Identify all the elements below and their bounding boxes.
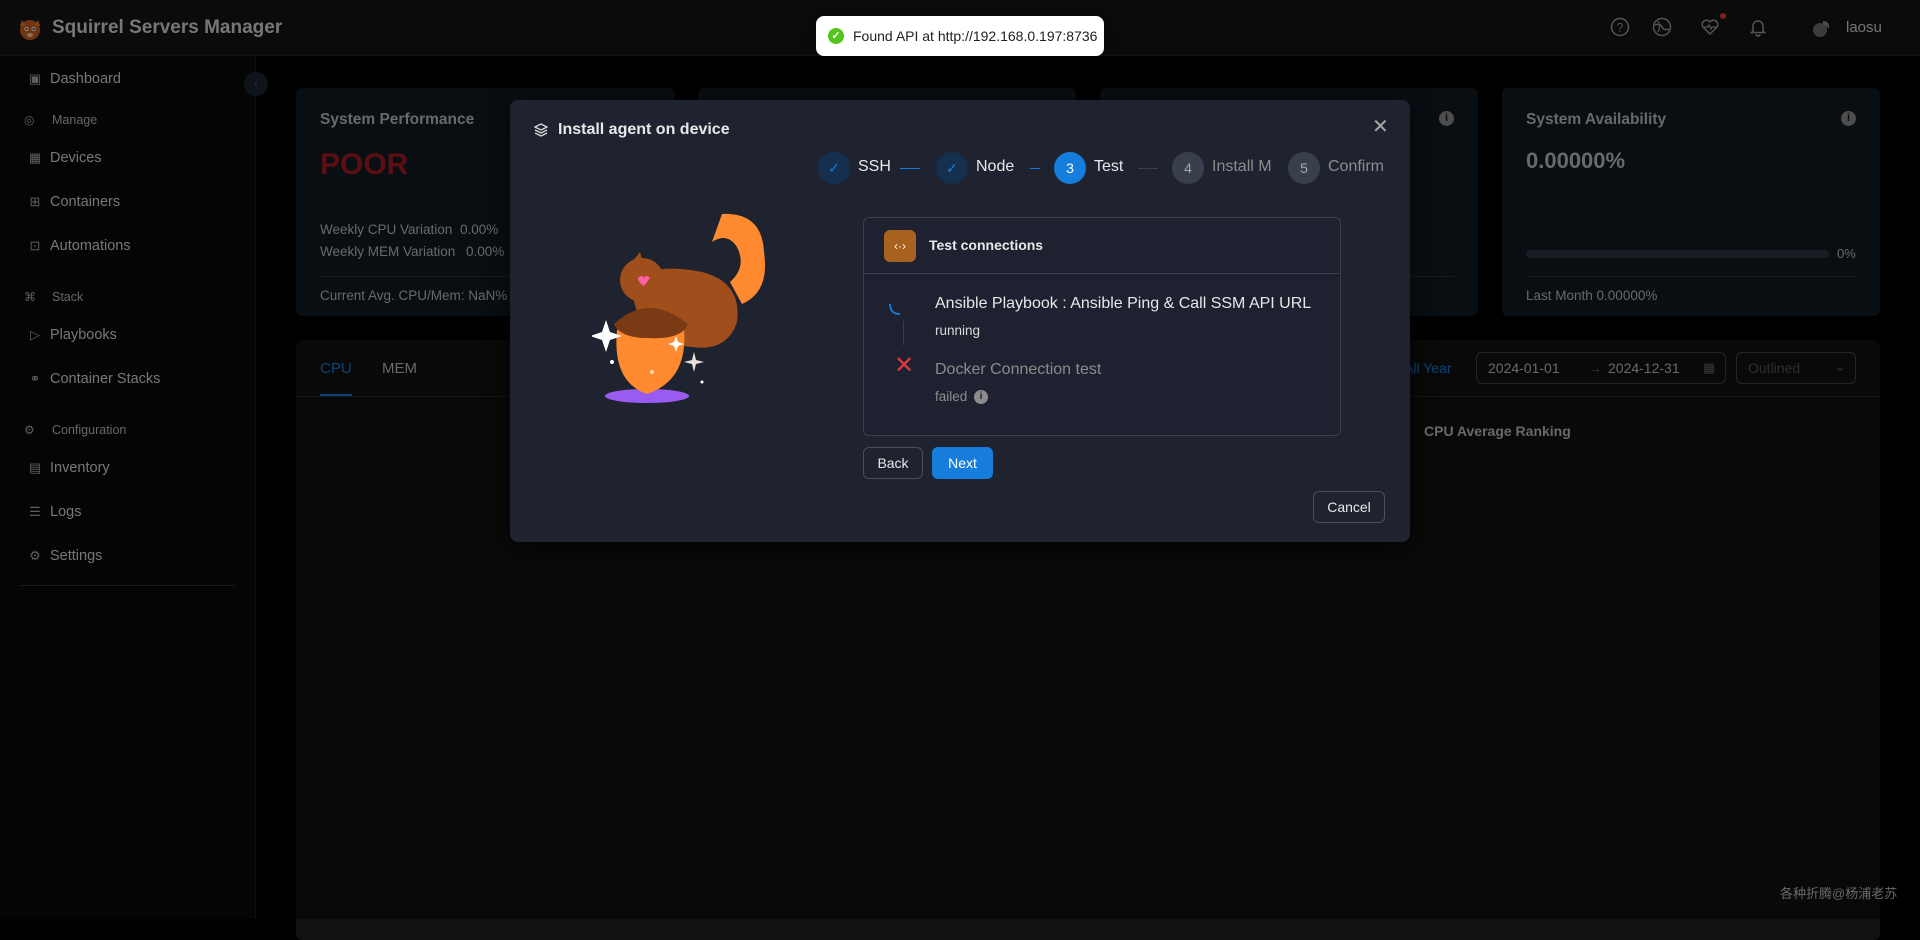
info-icon[interactable]: i bbox=[974, 390, 988, 404]
toast-message: Found API at http://192.168.0.197:8736 bbox=[853, 28, 1098, 44]
step-5-number[interactable]: 5 bbox=[1288, 152, 1320, 184]
close-icon[interactable]: ✕ bbox=[1372, 117, 1389, 137]
back-button[interactable]: Back bbox=[863, 447, 923, 479]
timeline-connector bbox=[903, 321, 904, 345]
squirrel-acorn-illustration bbox=[592, 213, 766, 403]
step-1-label[interactable]: SSH bbox=[858, 158, 891, 176]
modal-title: Install agent on device bbox=[558, 121, 730, 138]
step-1-check-icon[interactable]: ✓ bbox=[818, 152, 850, 184]
panel-title: Test connections bbox=[929, 237, 1044, 253]
panel-divider bbox=[864, 273, 1340, 274]
next-button[interactable]: Next bbox=[932, 447, 993, 479]
deploy-icon bbox=[534, 123, 548, 137]
test-1-status: running bbox=[935, 323, 981, 338]
step-3-number[interactable]: 3 bbox=[1054, 152, 1086, 184]
step-5-label[interactable]: Confirm bbox=[1328, 158, 1384, 176]
test-2-name: Docker Connection test bbox=[935, 361, 1102, 378]
check-circle-icon: ✓ bbox=[828, 28, 844, 44]
step-connector bbox=[1138, 168, 1158, 169]
loading-spinner-icon bbox=[889, 303, 901, 315]
connection-test-icon: ‹·› bbox=[884, 230, 916, 262]
step-3-label[interactable]: Test bbox=[1094, 158, 1123, 176]
cancel-button[interactable]: Cancel bbox=[1313, 491, 1385, 523]
test-2-status: failed bbox=[935, 389, 968, 404]
test-connections-panel: ‹·› Test connections Ansible Playbook : … bbox=[863, 217, 1341, 436]
step-2-label[interactable]: Node bbox=[976, 158, 1014, 176]
test-1-name: Ansible Playbook : Ansible Ping & Call S… bbox=[935, 295, 1312, 312]
step-connector bbox=[900, 168, 920, 169]
toast-notification: ✓ Found API at http://192.168.0.197:8736 bbox=[816, 16, 1104, 56]
step-4-label[interactable]: Install M bbox=[1212, 158, 1274, 176]
install-agent-modal: Install agent on device ✕ ✓ SSH ✓ Node 3… bbox=[510, 100, 1410, 542]
step-4-number[interactable]: 4 bbox=[1172, 152, 1204, 184]
step-2-check-icon[interactable]: ✓ bbox=[936, 152, 968, 184]
failed-cross-icon: ✕ bbox=[894, 352, 915, 379]
step-connector bbox=[1030, 168, 1040, 169]
